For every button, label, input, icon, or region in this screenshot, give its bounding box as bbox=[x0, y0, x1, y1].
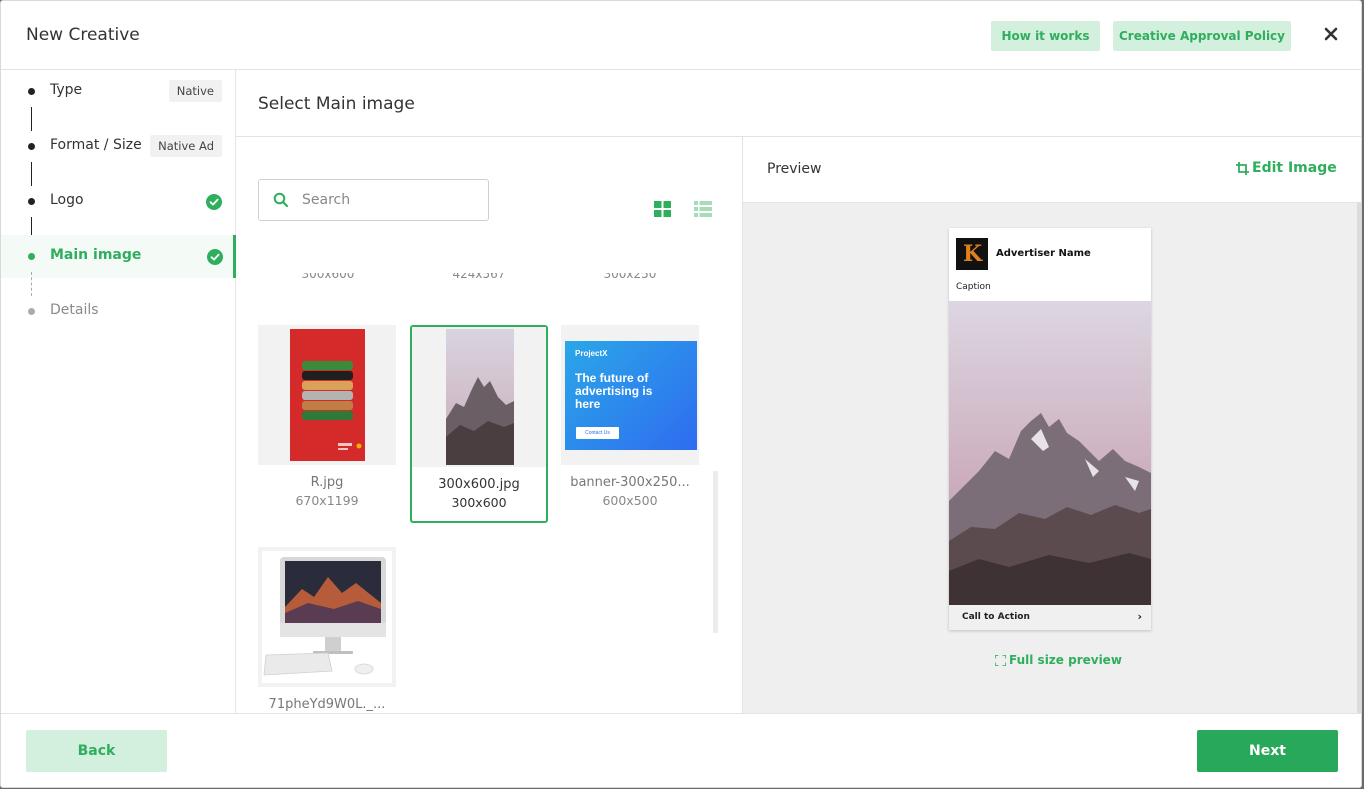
search-placeholder: Search bbox=[302, 192, 351, 208]
step-dot bbox=[28, 143, 35, 150]
main-header: Select Main image bbox=[236, 70, 1361, 137]
check-circle-icon bbox=[206, 194, 222, 210]
step-label: Details bbox=[50, 302, 99, 318]
native-ad-preview: K Advertiser Name Caption Call to Action… bbox=[949, 228, 1151, 630]
step-logo[interactable]: Logo bbox=[1, 180, 234, 223]
call-to-action-bar[interactable]: Call to Action › bbox=[949, 605, 1151, 630]
image-dimensions: 600x500 bbox=[602, 493, 658, 508]
cta-label: Call to Action bbox=[962, 612, 1030, 622]
new-creative-modal: New Creative How it works Creative Appro… bbox=[0, 0, 1362, 788]
modal-header: New Creative How it works Creative Appro… bbox=[1, 1, 1361, 70]
full-size-label: Full size preview bbox=[1009, 653, 1122, 667]
image-tile-selected[interactable]: 300x600.jpg 300x600 bbox=[410, 325, 548, 523]
image-tile[interactable]: 71pheYd9W0L._... bbox=[258, 547, 396, 713]
check-circle-icon bbox=[207, 249, 223, 265]
step-tag: Native bbox=[168, 80, 222, 102]
expand-icon bbox=[995, 655, 1006, 666]
image-name: 71pheYd9W0L._... bbox=[268, 697, 386, 712]
advertiser-logo: K bbox=[956, 238, 988, 270]
preview-header: Preview Edit Image bbox=[743, 137, 1361, 203]
tile-dim-partial: 424x567 bbox=[452, 273, 506, 281]
tile-dim-partial: 300x250 bbox=[603, 273, 657, 281]
advertiser-name: Advertiser Name bbox=[996, 248, 1091, 259]
image-name: banner-300x250... bbox=[570, 475, 690, 490]
search-icon bbox=[273, 192, 289, 208]
list-view-icon[interactable] bbox=[694, 201, 712, 217]
tile-dim-partial: 300x600 bbox=[301, 273, 355, 281]
step-dot bbox=[28, 198, 35, 205]
preview-title: Preview bbox=[767, 161, 822, 177]
preview-canvas: K Advertiser Name Caption Call to Action… bbox=[743, 203, 1361, 713]
grid-view-icon[interactable] bbox=[654, 201, 671, 217]
advertiser-logo-letter: K bbox=[963, 241, 983, 267]
step-tag: Native Ad bbox=[150, 135, 222, 157]
image-dimensions: 670x1199 bbox=[295, 493, 359, 508]
banner-image: ProjectX The future of advertising is he… bbox=[565, 341, 697, 450]
steps-sidebar: Type Native Format / Size Native Ad Logo… bbox=[1, 70, 236, 713]
image-name: R.jpg bbox=[310, 475, 344, 490]
close-icon[interactable] bbox=[1324, 24, 1338, 44]
image-thumbnail: ProjectX The future of advertising is he… bbox=[561, 325, 699, 465]
step-label: Type bbox=[50, 82, 83, 98]
banner-button: Contact Us bbox=[576, 427, 619, 439]
image-dimensions: 300x600 bbox=[451, 495, 507, 510]
preview-scrollbar[interactable] bbox=[1357, 203, 1361, 713]
modal-footer: Back Next bbox=[1, 713, 1361, 787]
image-gallery: Search 300x600 424x567 300x250 R.jpg 670… bbox=[236, 137, 743, 713]
edit-image-label: Edit Image bbox=[1252, 160, 1337, 176]
step-dot bbox=[28, 253, 35, 260]
ad-main-image bbox=[949, 301, 1151, 605]
ad-caption: Caption bbox=[956, 282, 991, 292]
back-button[interactable]: Back bbox=[26, 730, 167, 772]
crop-icon bbox=[1236, 162, 1249, 175]
step-label: Format / Size bbox=[50, 137, 142, 153]
modal-title: New Creative bbox=[26, 25, 140, 45]
step-details[interactable]: Details bbox=[1, 290, 234, 333]
image-tile[interactable]: ProjectX The future of advertising is he… bbox=[561, 325, 699, 523]
step-dot bbox=[28, 88, 35, 95]
how-it-works-button[interactable]: How it works bbox=[991, 21, 1100, 51]
step-label: Main image bbox=[50, 247, 142, 263]
step-type[interactable]: Type Native bbox=[1, 70, 234, 113]
image-name: 300x600.jpg bbox=[438, 477, 520, 492]
banner-brand: ProjectX bbox=[575, 349, 608, 358]
chevron-right-icon: › bbox=[1137, 610, 1142, 623]
next-button[interactable]: Next bbox=[1197, 730, 1338, 772]
step-dot bbox=[28, 308, 35, 315]
search-input[interactable]: Search bbox=[258, 179, 489, 221]
banner-headline: The future of advertising is here bbox=[575, 371, 653, 411]
approval-policy-button[interactable]: Creative Approval Policy bbox=[1113, 21, 1291, 51]
step-label: Logo bbox=[50, 192, 84, 208]
gallery-scrollbar[interactable] bbox=[713, 471, 718, 633]
step-format-size[interactable]: Format / Size Native Ad bbox=[1, 125, 234, 168]
image-thumbnail bbox=[412, 327, 546, 467]
step-main-image[interactable]: Main image bbox=[1, 235, 236, 278]
image-thumbnail bbox=[258, 547, 396, 687]
image-tile[interactable]: R.jpg 670x1199 bbox=[258, 325, 396, 523]
preview-panel: Preview Edit Image K Advertiser Name Cap… bbox=[743, 137, 1361, 713]
image-thumbnail bbox=[258, 325, 396, 465]
section-title: Select Main image bbox=[258, 94, 415, 114]
